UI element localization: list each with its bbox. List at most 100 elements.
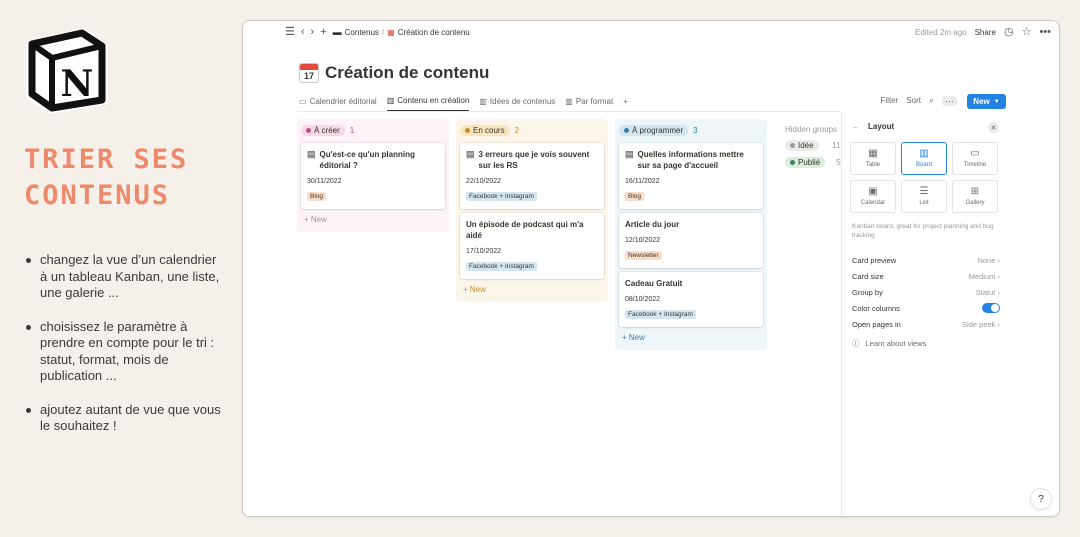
card-title: 3 erreurs que je vois souvent sur les RS xyxy=(478,150,590,170)
edited-status: Edited 2m ago xyxy=(915,27,967,37)
board-view-icon: ▥ xyxy=(565,96,573,106)
layout-calendar[interactable]: ▣ Calendar xyxy=(850,180,896,213)
column-status-pill[interactable]: En cours xyxy=(460,124,510,136)
card-title: Cadeau Gratuit xyxy=(625,279,683,288)
layout-panel-header: ← Layout xyxy=(852,122,894,131)
hidden-groups: Hidden groups Idée 112 Publié 50 xyxy=(785,125,845,168)
monitor-icon: ▬ xyxy=(332,27,342,37)
menu-icon[interactable]: ☰ xyxy=(285,27,295,38)
board-card[interactable]: Article du jour 12/10/2022 Newsletter xyxy=(619,213,763,268)
page-title[interactable]: Création de contenu xyxy=(325,63,489,83)
headline: TRIER SES CONTENUS xyxy=(24,142,224,214)
tab-contenu-en-creation[interactable]: ▥ Contenu en création xyxy=(386,96,470,111)
table-icon: ▦ xyxy=(868,148,878,159)
star-icon[interactable]: ☆ xyxy=(1022,27,1032,38)
back-arrow-icon[interactable]: ← xyxy=(852,122,860,131)
bullet-item: changez la vue d’un calendrier à un tabl… xyxy=(26,252,226,302)
board-card[interactable]: ▤ Quelles informations mettre sur sa page… xyxy=(619,143,763,209)
filter-button[interactable]: Filter xyxy=(881,96,899,105)
card-date: 12/10/2022 xyxy=(625,237,661,244)
card-tag: Facebook + Instagram xyxy=(466,192,537,201)
back-icon[interactable]: ‹ xyxy=(301,27,305,38)
board-card[interactable]: Un épisode de podcast qui m'a aidé 17/10… xyxy=(460,213,604,279)
search-icon[interactable]: ⌕ xyxy=(929,95,934,106)
card-tag: Facebook + Instagram xyxy=(466,262,537,271)
bullet-list: changez la vue d’un calendrier à un tabl… xyxy=(26,252,226,452)
card-date: 30/11/2022 xyxy=(307,178,342,185)
tab-idees[interactable]: ▥ Idées de contenus xyxy=(479,96,555,111)
gallery-icon: ⊞ xyxy=(970,186,980,197)
close-icon[interactable]: ✕ xyxy=(988,122,999,133)
layout-board[interactable]: ▥ Board xyxy=(901,142,947,175)
card-title: Article du jour xyxy=(625,220,680,229)
sort-button[interactable]: Sort xyxy=(906,96,921,105)
layout-table[interactable]: ▦ Table xyxy=(850,142,896,175)
layout-list[interactable]: ☰ List xyxy=(901,180,947,213)
breadcrumb-creation[interactable]: Création de contenu xyxy=(398,28,470,37)
calendar-icon: ▣ xyxy=(868,186,878,197)
card-title: Un épisode de podcast qui m'a aidé xyxy=(466,220,584,240)
layout-timeline[interactable]: ▭ Timeline xyxy=(952,142,998,175)
topbar: ☰ ‹ › + ▬ Contenus / ▦ Création de conte… xyxy=(243,21,1059,45)
add-card-button[interactable]: + New xyxy=(619,331,763,344)
breadcrumb: ▬ Contenus / ▦ Création de contenu xyxy=(333,27,470,37)
color-columns-toggle[interactable] xyxy=(982,303,1000,313)
notion-logo: N xyxy=(22,24,112,116)
setting-card-size[interactable]: Card size Medium › xyxy=(852,268,1000,284)
board-card[interactable]: Cadeau Gratuit 08/10/2022 Facebook + Ins… xyxy=(619,272,763,327)
column-count: 3 xyxy=(693,125,698,135)
calendar-icon[interactable]: 17 xyxy=(299,63,319,83)
learn-about-views-link[interactable]: ⓘ Learn about views xyxy=(852,338,926,349)
share-button[interactable]: Share xyxy=(975,28,996,37)
page-header: 17 Création de contenu xyxy=(299,63,489,83)
board-card[interactable]: ▤ 3 erreurs que je vois souvent sur les R… xyxy=(460,143,604,209)
column-status-pill[interactable]: À créer xyxy=(301,124,345,136)
layout-description: Kanban board, great for project planning… xyxy=(852,223,994,239)
calendar-view-icon: ▭ xyxy=(299,96,307,106)
hidden-group-item[interactable]: Publié 50 xyxy=(785,157,845,168)
layout-options: ▦ Table ▥ Board ▭ Timeline ▣ Calendar ☰ List … xyxy=(850,142,1000,213)
card-date: 08/10/2022 xyxy=(625,296,661,303)
breadcrumb-separator: / xyxy=(381,27,385,37)
add-view-button[interactable]: + xyxy=(623,96,628,111)
layout-panel-title: Layout xyxy=(868,122,895,131)
card-tag: Newsletter xyxy=(625,251,662,260)
board-card[interactable]: ▤ Qu'est-ce qu'un planning éditorial ? 30… xyxy=(301,143,445,209)
column-count: 2 xyxy=(514,125,520,135)
add-icon[interactable]: + xyxy=(320,27,326,38)
document-icon: ▤ xyxy=(625,149,634,159)
clock-icon[interactable]: ◷ xyxy=(1004,27,1014,38)
plus-icon: + xyxy=(623,96,628,106)
card-date: 16/11/2022 xyxy=(625,178,660,185)
tab-calendrier[interactable]: ▭ Calendrier éditorial xyxy=(299,96,377,111)
board-column: À créer 1 ▤ Qu'est-ce qu'un planning édit… xyxy=(297,119,449,232)
add-card-button[interactable]: + New xyxy=(301,213,445,226)
svg-text:N: N xyxy=(61,63,94,105)
setting-open-pages-in[interactable]: Open pages in Side peek › xyxy=(852,316,1000,332)
board-column: En cours 2 ▤ 3 erreurs que je vois souven… xyxy=(456,119,608,302)
hidden-group-item[interactable]: Idée 112 xyxy=(785,140,845,151)
setting-group-by[interactable]: Group by Statut › xyxy=(852,284,1000,300)
add-card-button[interactable]: + New xyxy=(460,283,604,296)
timeline-icon: ▭ xyxy=(970,148,980,159)
notion-window: ☰ ‹ › + ▬ Contenus / ▦ Création de conte… xyxy=(242,20,1060,517)
column-count: 1 xyxy=(349,125,355,135)
tab-par-format[interactable]: ▥ Par format xyxy=(565,96,613,111)
forward-icon[interactable]: › xyxy=(311,27,315,38)
hidden-groups-label: Hidden groups xyxy=(785,125,838,134)
more-icon[interactable]: ••• xyxy=(1039,27,1051,38)
layout-settings: Card preview None › Card size Medium › Gro… xyxy=(852,252,1000,332)
column-status-pill[interactable]: À programmer xyxy=(619,124,689,136)
setting-card-preview[interactable]: Card preview None › xyxy=(852,252,1000,268)
new-button[interactable]: New ▼ xyxy=(967,94,1006,109)
divider xyxy=(297,111,841,112)
view-options-button[interactable]: ··· xyxy=(942,95,957,106)
help-circle-icon: ⓘ xyxy=(852,339,860,348)
chevron-down-icon: ▼ xyxy=(993,98,1000,105)
layout-gallery[interactable]: ⊞ Gallery xyxy=(952,180,998,213)
card-tag: Blog xyxy=(625,192,645,201)
bullet-item: choisissez le paramètre à prendre en com… xyxy=(26,319,226,385)
help-button[interactable]: ? xyxy=(1031,489,1051,509)
card-date: 17/10/2022 xyxy=(466,248,502,255)
breadcrumb-contenus[interactable]: Contenus xyxy=(345,28,379,37)
